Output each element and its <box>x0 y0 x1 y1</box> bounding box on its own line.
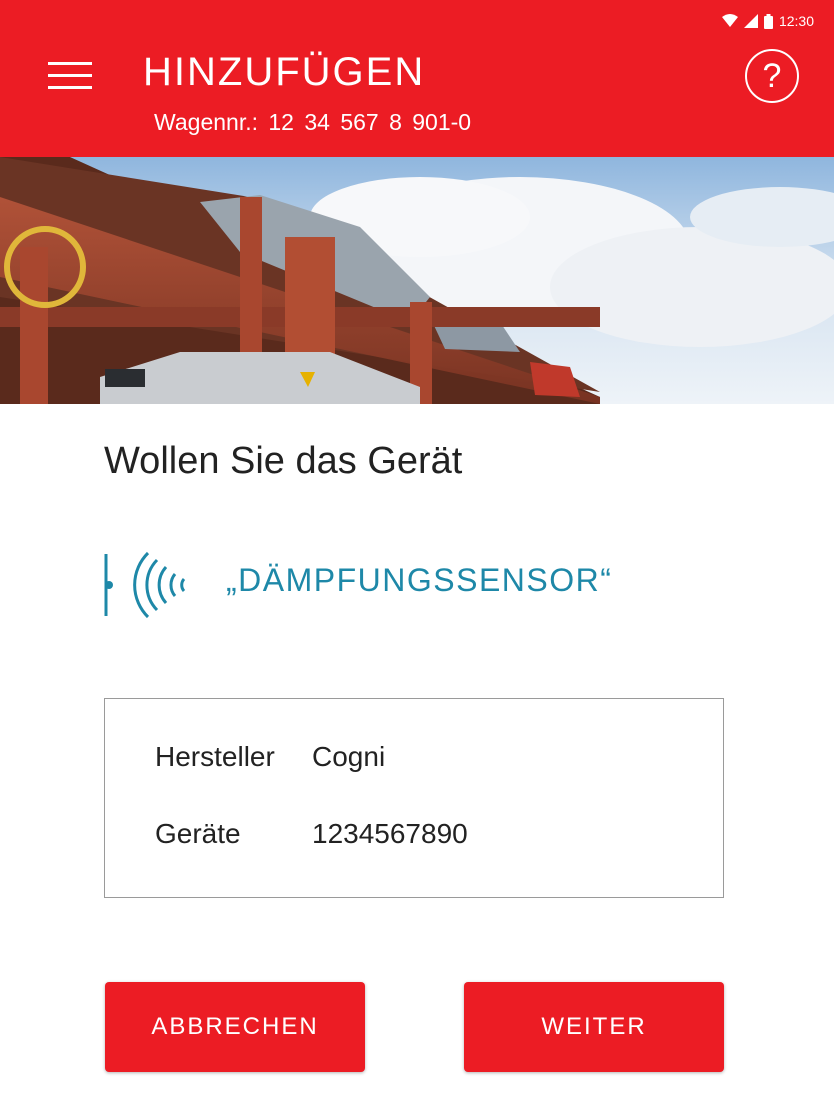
signal-icon <box>743 14 758 28</box>
menu-icon[interactable] <box>48 62 92 90</box>
wagon-number: Wagennr.: 12 34 567 8 901-0 <box>154 109 472 135</box>
train-car-carrier-image <box>0 157 834 404</box>
device-details-box: Hersteller Cogni Geräte 1234567890 <box>104 698 724 898</box>
question-mark-icon: ? <box>762 56 782 95</box>
page-title: HINZUFÜGEN <box>143 50 426 94</box>
app-bar: 12:30 HINZUFÜGEN Wagennr.: 12 34 567 8 9… <box>0 0 834 157</box>
status-bar: 12:30 <box>721 10 814 32</box>
manufacturer-label: Hersteller <box>155 741 275 772</box>
battery-icon <box>763 13 773 29</box>
hero-image <box>0 157 834 404</box>
status-time: 12:30 <box>778 13 814 29</box>
help-button[interactable]: ? <box>745 49 799 103</box>
device-value: 1234567890 <box>312 818 468 849</box>
wifi-icon <box>721 14 738 27</box>
next-button[interactable]: WEITER <box>464 982 724 1072</box>
cancel-button[interactable]: ABBRECHEN <box>105 982 365 1072</box>
wireless-sensor-icon <box>104 551 186 619</box>
manufacturer-value: Cogni <box>312 741 386 772</box>
sensor-row: „DÄMPFUNGSSENSOR“ <box>104 546 704 620</box>
device-label: Geräte <box>155 818 241 849</box>
confirm-question: Wollen Sie das Gerät <box>104 440 463 482</box>
sensor-name: „DÄMPFUNGSSENSOR“ <box>226 562 613 598</box>
